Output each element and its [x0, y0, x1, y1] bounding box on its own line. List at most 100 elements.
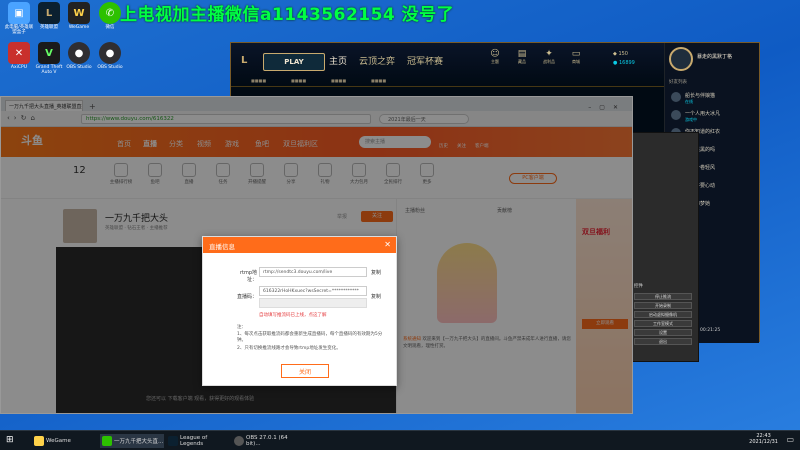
rp-value: 16899 — [618, 60, 635, 66]
lol-currency-be: ◆ 150 — [613, 51, 628, 57]
lol-tool-store[interactable]: ▭ 商城 — [565, 49, 587, 65]
copy-rtmp-button[interactable]: 复制 — [371, 269, 381, 276]
desktop-icon-gta[interactable]: V Grand Theft Auto V — [34, 42, 64, 75]
taskbar-item-obs[interactable]: OBS 27.0.1 (64 bit)... — [232, 434, 302, 448]
windows-taskbar: ⊞ WeGame 一万九千把大头直... League of Legends O… — [0, 430, 800, 450]
sword-icon: ✕ — [8, 42, 30, 64]
taskbar-label: League of Legends — [180, 435, 208, 447]
stream-key-mask — [259, 298, 367, 308]
friend-item[interactable]: 一个人用大冰凡 游戏中 — [671, 109, 757, 123]
close-button[interactable]: 关闭 — [281, 364, 329, 378]
clock-date: 2021/12/31 — [749, 439, 778, 445]
lol-subnav-3[interactable]: ■■■■ — [331, 78, 346, 83]
desktop-icon-wegame[interactable]: W WeGame — [64, 2, 94, 30]
summoner-name: 暴走的黑默丁格 — [697, 54, 733, 60]
browser-icon — [102, 436, 112, 446]
rtmp-label: rtmp地址： — [239, 270, 257, 283]
lol-logo-icon: L — [241, 55, 248, 66]
desktop-icon-label: Grand Theft Auto V — [35, 65, 63, 75]
stream-key-input[interactable]: 616322rHoHKxuec?wsSecret=************ — [259, 286, 367, 296]
lol-nav-tft[interactable]: 云顶之弈 — [359, 54, 395, 67]
stream-banner-text: 上电视加主播微信a1143562154 没号了 — [120, 5, 455, 25]
desktop-icon-obs[interactable]: ● OBS Studio — [64, 42, 94, 70]
league-icon: L — [38, 2, 60, 24]
taskbar-label: 一万九千把大头直... — [114, 439, 164, 445]
lol-subnav-2[interactable]: ■■■■ — [291, 78, 306, 83]
note-1: 1、每次点击获取推流码都会重新生成直播码，每个直播码的有效期为5分钟。 — [237, 332, 383, 343]
chest-icon: ▤ — [517, 49, 527, 59]
computer-icon: ▣ — [8, 2, 30, 24]
friend-avatar — [671, 110, 681, 120]
desktop-icon-obs2[interactable]: ● OBS Studio — [95, 42, 125, 70]
note-2: 2、只有切换推流线路才会导致rtmp地址发生变化。 — [237, 346, 341, 351]
friend-status: 在线 — [685, 99, 693, 104]
taskbar-item-browser[interactable]: 一万九千把大头直... — [100, 434, 164, 448]
obs-icon — [234, 436, 244, 446]
windows-start-icon[interactable]: ⊞ — [6, 435, 14, 445]
desktop-icon-lol[interactable]: L 英雄联盟 — [34, 2, 64, 30]
obs-window: 控件 停止推流 开始录制 启动虚拟摄像机 工作室模式 设置 退出 — [627, 132, 699, 362]
lol-tool-label: 商城 — [572, 59, 580, 64]
lol-currency-rp: ● 16899 — [613, 60, 635, 66]
obs-stop-stream-button[interactable]: 停止推流 — [634, 293, 692, 300]
obs-stream-timer: 00:21:25 — [700, 328, 721, 333]
friends-header: 好友列表 — [669, 80, 687, 85]
friend-name: 一个人用大冰凡 — [685, 111, 721, 117]
lol-tool-theme[interactable]: ☺ 主题 — [484, 49, 506, 65]
desktop-icon-wechat[interactable]: ✆ 微信 — [95, 2, 125, 30]
obs-icon: ● — [99, 42, 121, 64]
obs-start-record-button[interactable]: 开始录制 — [634, 302, 692, 309]
friend-status: 游戏中 — [685, 117, 697, 122]
lol-tool-loot[interactable]: ✦ 战利品 — [538, 49, 560, 65]
user-icon: ☺ — [490, 49, 500, 59]
lol-subnav-4[interactable]: ■■■■ — [371, 78, 386, 83]
lol-nav-home[interactable]: 主页 — [329, 54, 347, 67]
store-icon: ▭ — [571, 49, 581, 59]
loot-icon: ✦ — [545, 49, 553, 59]
wegame-icon: W — [68, 2, 90, 24]
lol-tool-collection[interactable]: ▤ 藏品 — [511, 49, 533, 65]
close-icon[interactable]: ✕ — [384, 240, 391, 249]
obs-virtual-cam-button[interactable]: 启动虚拟摄像机 — [634, 311, 692, 318]
rtmp-input[interactable]: rtmp://sendtc3.douyu.com/live — [259, 267, 367, 277]
taskbar-clock[interactable]: 22:43 2021/12/31 — [749, 433, 778, 445]
taskbar-label: WeGame — [46, 438, 71, 444]
lol-tool-label: 战利品 — [543, 59, 555, 64]
be-value: 150 — [618, 51, 628, 57]
desktop-icon-label: OBS Studio — [66, 65, 92, 70]
taskbar-label: OBS 27.0.1 (64 bit)... — [246, 435, 288, 447]
stream-info-modal: 直播信息 ✕ rtmp地址： rtmp://sendtc3.douyu.com/… — [202, 236, 397, 386]
notification-icon[interactable]: ▭ — [786, 435, 794, 444]
copy-key-button[interactable]: 复制 — [371, 293, 381, 300]
desktop-icon-label: 此电脑/英雄联盟盒子 — [4, 25, 34, 35]
desktop-icon-pc[interactable]: ▣ 此电脑/英雄联盟盒子 — [4, 2, 34, 35]
desktop-icon-label: AxiCPU — [10, 65, 28, 70]
obs-controls-title: 控件 — [634, 284, 643, 289]
friend-item[interactable]: 船长与伴娘猫 在线 — [671, 91, 757, 105]
desktop-icon-axicpu[interactable]: ✕ AxiCPU — [4, 42, 34, 70]
obs-exit-button[interactable]: 退出 — [634, 338, 692, 345]
desktop-icon-label: OBS Studio — [97, 65, 123, 70]
lol-tool-label: 藏品 — [518, 59, 526, 64]
taskbar-item-wegame[interactable]: WeGame — [32, 434, 96, 448]
desktop-icon-label: 英雄联盟 — [40, 25, 58, 30]
league-icon — [168, 436, 178, 446]
lol-subnav-1[interactable]: ■■■■ — [251, 78, 266, 83]
obs-settings-button[interactable]: 设置 — [634, 329, 692, 336]
auto-fill-notice[interactable]: 自动填写推流码已上线，点这了解 — [259, 312, 327, 318]
obs-studio-mode-button[interactable]: 工作室模式 — [634, 320, 692, 327]
wechat-icon: ✆ — [99, 2, 121, 24]
modal-title: 直播信息 — [209, 243, 235, 251]
lol-nav-clash[interactable]: 冠军杯赛 — [407, 54, 443, 67]
desktop-icon-label: WeGame — [68, 25, 90, 30]
stream-key-label: 直播码： — [236, 294, 257, 300]
note-head: 注： — [237, 325, 246, 330]
friend-name: 船长与伴娘猫 — [685, 93, 716, 99]
lol-play-button[interactable]: PLAY — [263, 53, 325, 71]
taskbar-item-lol[interactable]: League of Legends — [166, 434, 230, 448]
obs-icon: ● — [68, 42, 90, 64]
lol-tool-label: 主题 — [491, 59, 499, 64]
summoner-avatar[interactable] — [669, 47, 693, 71]
friend-avatar — [671, 92, 681, 102]
modal-header: 直播信息 ✕ — [203, 237, 396, 253]
